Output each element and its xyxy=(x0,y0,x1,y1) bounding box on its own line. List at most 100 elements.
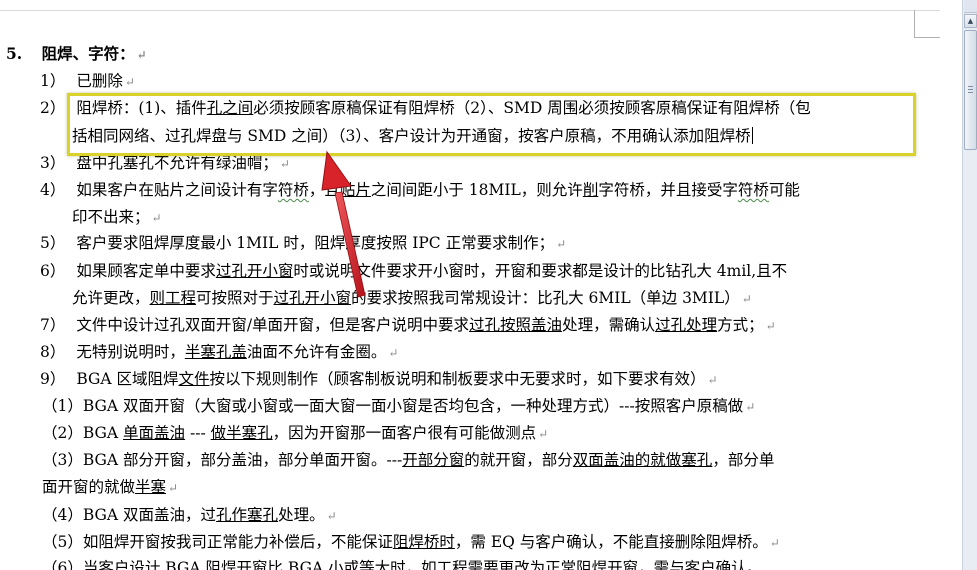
thumb-grip-line xyxy=(968,92,973,93)
section-title: 阻焊、字符： xyxy=(41,44,135,63)
vertical-scrollbar[interactable]: ▲ xyxy=(962,0,977,570)
paragraph-mark: ↵ xyxy=(168,481,179,495)
paragraph-mark: ↵ xyxy=(151,211,162,225)
underlined-text: 文件 xyxy=(178,370,210,388)
list-text: 如果客户在贴片之间设计有字 xyxy=(76,181,278,199)
ruler-toggle-icon[interactable] xyxy=(964,0,977,13)
list-text: 处理，需确认 xyxy=(562,316,656,334)
sub-item-3: （3）BGA 部分开窗，部分盖油，部分单面开窗。---开部分窗的就开窗，部分双面… xyxy=(42,450,774,470)
list-item-9: 9） BGA 区域阻焊文件按以下规则制作（顾客制板说明和制板要求中无要求时，如下… xyxy=(40,369,718,390)
list-text: 无特别说明时， xyxy=(76,343,185,361)
list-text: 的就开窗，部分 xyxy=(464,451,573,469)
scrollbar-thumb[interactable] xyxy=(964,30,977,150)
sub-item-3-continued: 面开窗的就做半塞 ↵ xyxy=(42,477,178,498)
list-number: 5） xyxy=(40,234,66,252)
list-number: 6） xyxy=(40,262,66,280)
list-text: （6）当客户设计 BGA 阻焊开窗比 BGA 小或等大时，如工程需要更改为正常阻… xyxy=(42,559,763,570)
list-text: --- xyxy=(185,424,211,442)
list-item-8: 8） 无特别说明时，半塞孔盖油面不允许有金圈。 ↵ xyxy=(40,342,398,363)
highlight-box xyxy=(67,93,916,156)
underlined-text: 半塞孔盖 xyxy=(184,343,247,361)
list-number: 4） xyxy=(40,181,66,199)
section-number: 5. xyxy=(6,44,23,63)
underlined-text: 削 xyxy=(582,181,599,199)
sub-item-2: （2）BGA 单面盖油 --- 做半塞孔，因为开窗那一面客户很有可能做测点 ↵ xyxy=(42,423,548,444)
paragraph-mark: ↵ xyxy=(769,536,780,550)
page-top-margin-line xyxy=(0,10,940,11)
sub-item-6: （6）当客户设计 BGA 阻焊开窗比 BGA 小或等大时，如工程需要更改为正常阻… xyxy=(42,558,762,570)
thumb-grip-line xyxy=(968,86,973,87)
underlined-text: 过孔开小窗 xyxy=(215,262,294,280)
paragraph-mark: ↵ xyxy=(741,292,752,306)
list-item-6: 6） 如果顾客定单中要求过孔开小窗时或说明文件要求开小窗时，开窗和要求都是设计的… xyxy=(40,261,787,281)
list-text: （4）BGA 双面盖油，过 xyxy=(42,506,217,524)
underlined-text: 过孔处理 xyxy=(655,316,718,334)
list-text: 面开窗的就做 xyxy=(42,478,136,496)
list-number: 1） xyxy=(40,72,66,90)
list-text: 处理。 xyxy=(278,506,325,524)
list-text: （1）BGA 双面开窗（大窗或小窗或一面大窗一面小窗是否均包含，一种处理方式）-… xyxy=(42,397,744,415)
list-item-1: 1） 已删除 ↵ xyxy=(40,71,135,92)
underlined-text: 过孔按照盖油 xyxy=(469,316,563,334)
paragraph-mark: ↵ xyxy=(745,400,756,414)
sub-item-1: （1）BGA 双面开窗（大窗或小窗或一面大窗一面小窗是否均包含，一种处理方式）-… xyxy=(42,396,755,417)
list-text: 允许更改， xyxy=(72,289,150,307)
list-number: 7） xyxy=(40,316,66,334)
paragraph-mark: ↵ xyxy=(136,48,147,62)
list-number: 2） xyxy=(40,99,66,117)
list-text: ，且 xyxy=(308,181,340,199)
section-heading: 5. 阻焊、字符： ↵ xyxy=(6,44,147,65)
underlined-text: 过孔开小窗 xyxy=(273,289,352,307)
list-text: 字符桥，并且接受字 xyxy=(598,181,738,199)
thumb-grip-line xyxy=(968,89,973,90)
list-number: 3） xyxy=(40,154,66,172)
document-page[interactable]: 5. 阻焊、字符： ↵ 1） 已删除 ↵ 2） 阻焊桥：(1)、插件孔之间必须按顾客… xyxy=(0,0,962,570)
list-text: ，需 EQ 与客户确认，不能直接删除阻焊桥。 xyxy=(454,533,768,551)
list-text: 按以下规则制作（顾客制板说明和制板要求中无要求时，如下要求有效） xyxy=(209,370,706,388)
grammar-marked-text: 符桥 xyxy=(737,181,769,199)
grammar-marked-text: 符桥 xyxy=(277,181,309,199)
paragraph-mark: ↵ xyxy=(538,427,549,441)
paragraph-mark: ↵ xyxy=(124,75,135,89)
paragraph-mark: ↵ xyxy=(707,373,718,387)
paragraph-mark: ↵ xyxy=(388,346,399,360)
underlined-text: 半塞 xyxy=(135,478,167,496)
paragraph-mark: ↵ xyxy=(556,237,567,251)
list-item-7: 7） 文件中设计过孔双面开窗/单面开窗，但是客户说明中要求过孔按照盖油处理，需确… xyxy=(40,315,776,336)
list-item-4: 4） 如果客户在贴片之间设计有字符桥，且贴片之间间距小于 18MIL，则允许削字… xyxy=(40,180,800,200)
page-corner-mark xyxy=(914,10,940,38)
list-text: 如果顾客定单中要求 xyxy=(76,262,216,280)
paragraph-mark: ↵ xyxy=(765,319,776,333)
underlined-text: 做半塞孔 xyxy=(210,424,273,442)
list-number: 8） xyxy=(40,343,66,361)
list-text: 文件中设计过孔双面开窗/单面开窗，但是客户说明中要求 xyxy=(76,316,470,334)
list-text: 之间间距小于 18MIL，则允许 xyxy=(370,181,583,199)
list-text: ，因为开窗那一面客户很有可能做测点 xyxy=(272,424,537,442)
list-text: 的要求按照我司常规设计：比孔大 6MIL（单边 3MIL） xyxy=(351,289,740,307)
list-item-3: 3） 盘中孔塞孔不允许有绿油帽； ↵ xyxy=(40,153,290,174)
list-item-4-continued: 印不出来； ↵ xyxy=(72,207,162,228)
sub-item-5: （5）如阻焊开窗按我司正常能力补偿后，不能保证阻焊桥时，需 EQ 与客户确认，不… xyxy=(42,532,780,553)
underlined-text: 单面盖油 xyxy=(123,424,186,442)
underlined-text: 孔作塞孔 xyxy=(216,506,279,524)
list-text: （5）如阻焊开窗按我司正常能力补偿后，不能保证 xyxy=(42,533,393,551)
list-text: 油面不允许有金圈。 xyxy=(246,343,387,361)
scroll-up-arrow-icon[interactable]: ▲ xyxy=(964,14,977,28)
list-number: 9） xyxy=(40,370,66,388)
list-text: 时或说明文件要求开小窗时，开窗和要求都是设计的比钻孔大 4mil,且不 xyxy=(293,262,788,280)
list-text: 可按照对于 xyxy=(196,289,274,307)
sub-item-4: （4）BGA 双面盖油，过孔作塞孔处理。 ↵ xyxy=(42,505,337,526)
list-text: 方式； xyxy=(717,316,764,334)
underlined-text: 双面盖油的就做塞孔 xyxy=(572,451,713,469)
list-text: 可能 xyxy=(768,181,800,199)
list-text: （2）BGA xyxy=(42,424,124,442)
underlined-text: 开部分窗 xyxy=(402,451,465,469)
list-text: （3）BGA 部分开窗，部分盖油，部分单面开窗。--- xyxy=(42,451,403,469)
list-text: ，部分单 xyxy=(712,451,775,469)
underlined-text: 阻焊桥时 xyxy=(392,533,455,551)
list-text: 印不出来； xyxy=(72,208,150,226)
list-item-6-continued: 允许更改，则工程可按照对于过孔开小窗的要求按照我司常规设计：比孔大 6MIL（单… xyxy=(72,288,752,309)
underlined-text: 贴片 xyxy=(339,181,371,199)
list-text: BGA 区域阻焊 xyxy=(76,370,179,388)
list-item-5: 5） 客户要求阻焊厚度最小 1MIL 时，阻焊厚度按照 IPC 正常要求制作； ↵ xyxy=(40,233,566,254)
